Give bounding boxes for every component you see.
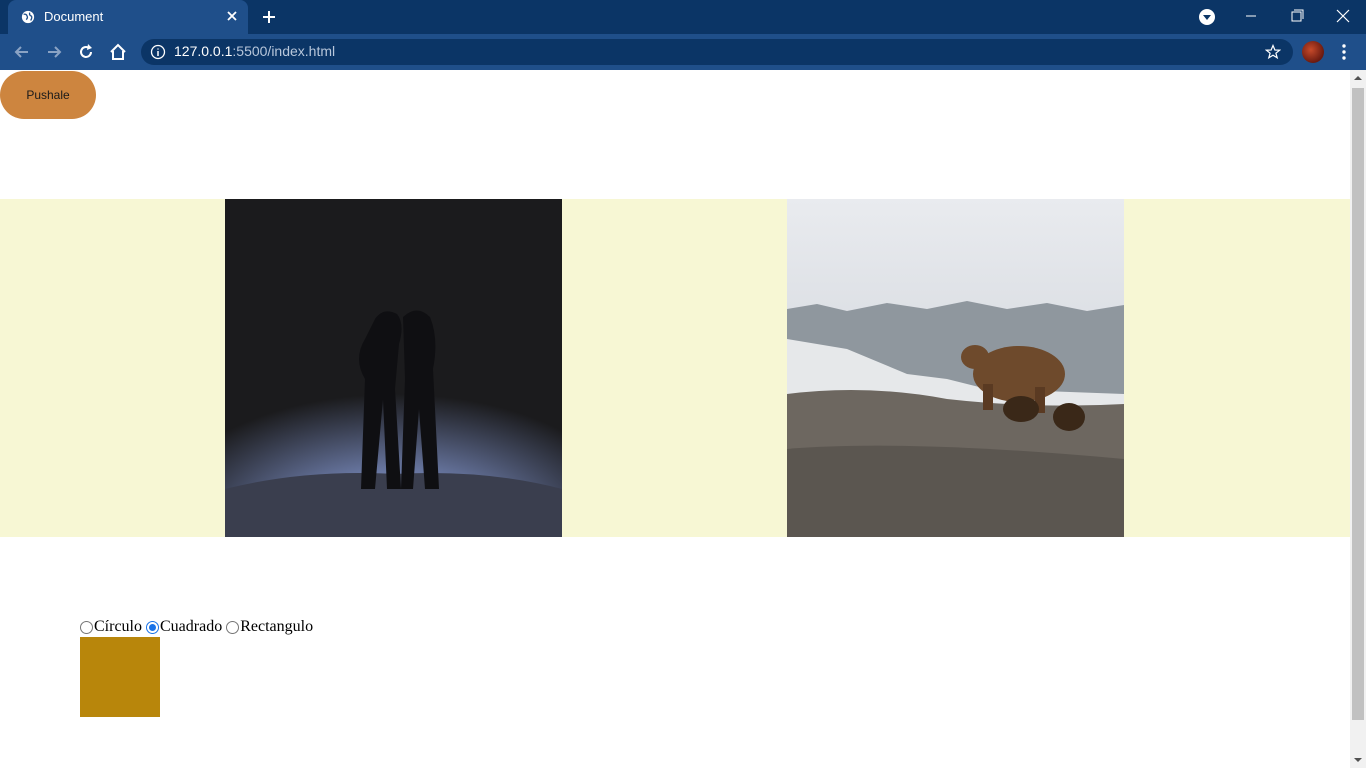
radio-option-circulo[interactable]: Círculo: [80, 618, 142, 636]
radio-label-rectangulo: Rectangulo: [240, 618, 314, 635]
radio-rectangulo[interactable]: [226, 620, 240, 634]
radio-option-cuadrado[interactable]: Cuadrado: [146, 618, 222, 636]
tab-search-icon[interactable]: [1198, 8, 1216, 26]
forward-icon[interactable]: [44, 42, 64, 62]
home-icon[interactable]: [108, 42, 128, 62]
url-text[interactable]: 127.0.0.1:5500/index.html: [174, 43, 335, 59]
scroll-up-arrow-icon[interactable]: [1354, 74, 1362, 82]
globe-icon: [21, 10, 35, 24]
minimize-icon[interactable]: [1239, 6, 1263, 26]
bear-with-cubs-photo: [787, 199, 1124, 537]
close-window-icon[interactable]: [1331, 6, 1355, 26]
close-icon[interactable]: [224, 8, 240, 24]
restore-icon[interactable]: [1285, 6, 1309, 26]
star-icon[interactable]: [1265, 44, 1281, 60]
page-viewport: Pushale Círculo Cuadrado Rectangulo: [0, 70, 1350, 768]
shape-radio-group: Círculo Cuadrado Rectangulo: [80, 618, 317, 636]
shape-preview-square: [80, 637, 160, 717]
radio-label-cuadrado: Cuadrado: [160, 618, 223, 635]
couple-in-rain-photo: [225, 199, 562, 537]
pushale-button[interactable]: Pushale: [0, 71, 96, 119]
info-icon[interactable]: [150, 44, 166, 60]
plus-icon[interactable]: [260, 8, 278, 26]
radio-label-circulo: Círculo: [94, 618, 142, 635]
scroll-down-arrow-icon[interactable]: [1354, 756, 1362, 764]
scrollbar-thumb[interactable]: [1352, 88, 1364, 720]
radio-circulo[interactable]: [80, 620, 93, 634]
back-icon[interactable]: [12, 42, 32, 62]
radio-cuadrado[interactable]: [146, 620, 159, 634]
image-gallery: [0, 199, 1350, 537]
browser-tab[interactable]: Document: [8, 0, 248, 34]
profile-avatar[interactable]: [1302, 41, 1324, 63]
tab-title: Document: [44, 9, 104, 24]
radio-option-rectangulo[interactable]: Rectangulo: [226, 618, 313, 636]
browser-titlebar: Document: [0, 0, 1366, 34]
browser-toolbar: 127.0.0.1:5500/index.html: [0, 34, 1366, 70]
kebab-menu-icon[interactable]: [1336, 42, 1352, 62]
address-bar[interactable]: 127.0.0.1:5500/index.html: [141, 39, 1293, 65]
reload-icon[interactable]: [76, 42, 96, 62]
page-scrollbar[interactable]: [1350, 70, 1366, 768]
